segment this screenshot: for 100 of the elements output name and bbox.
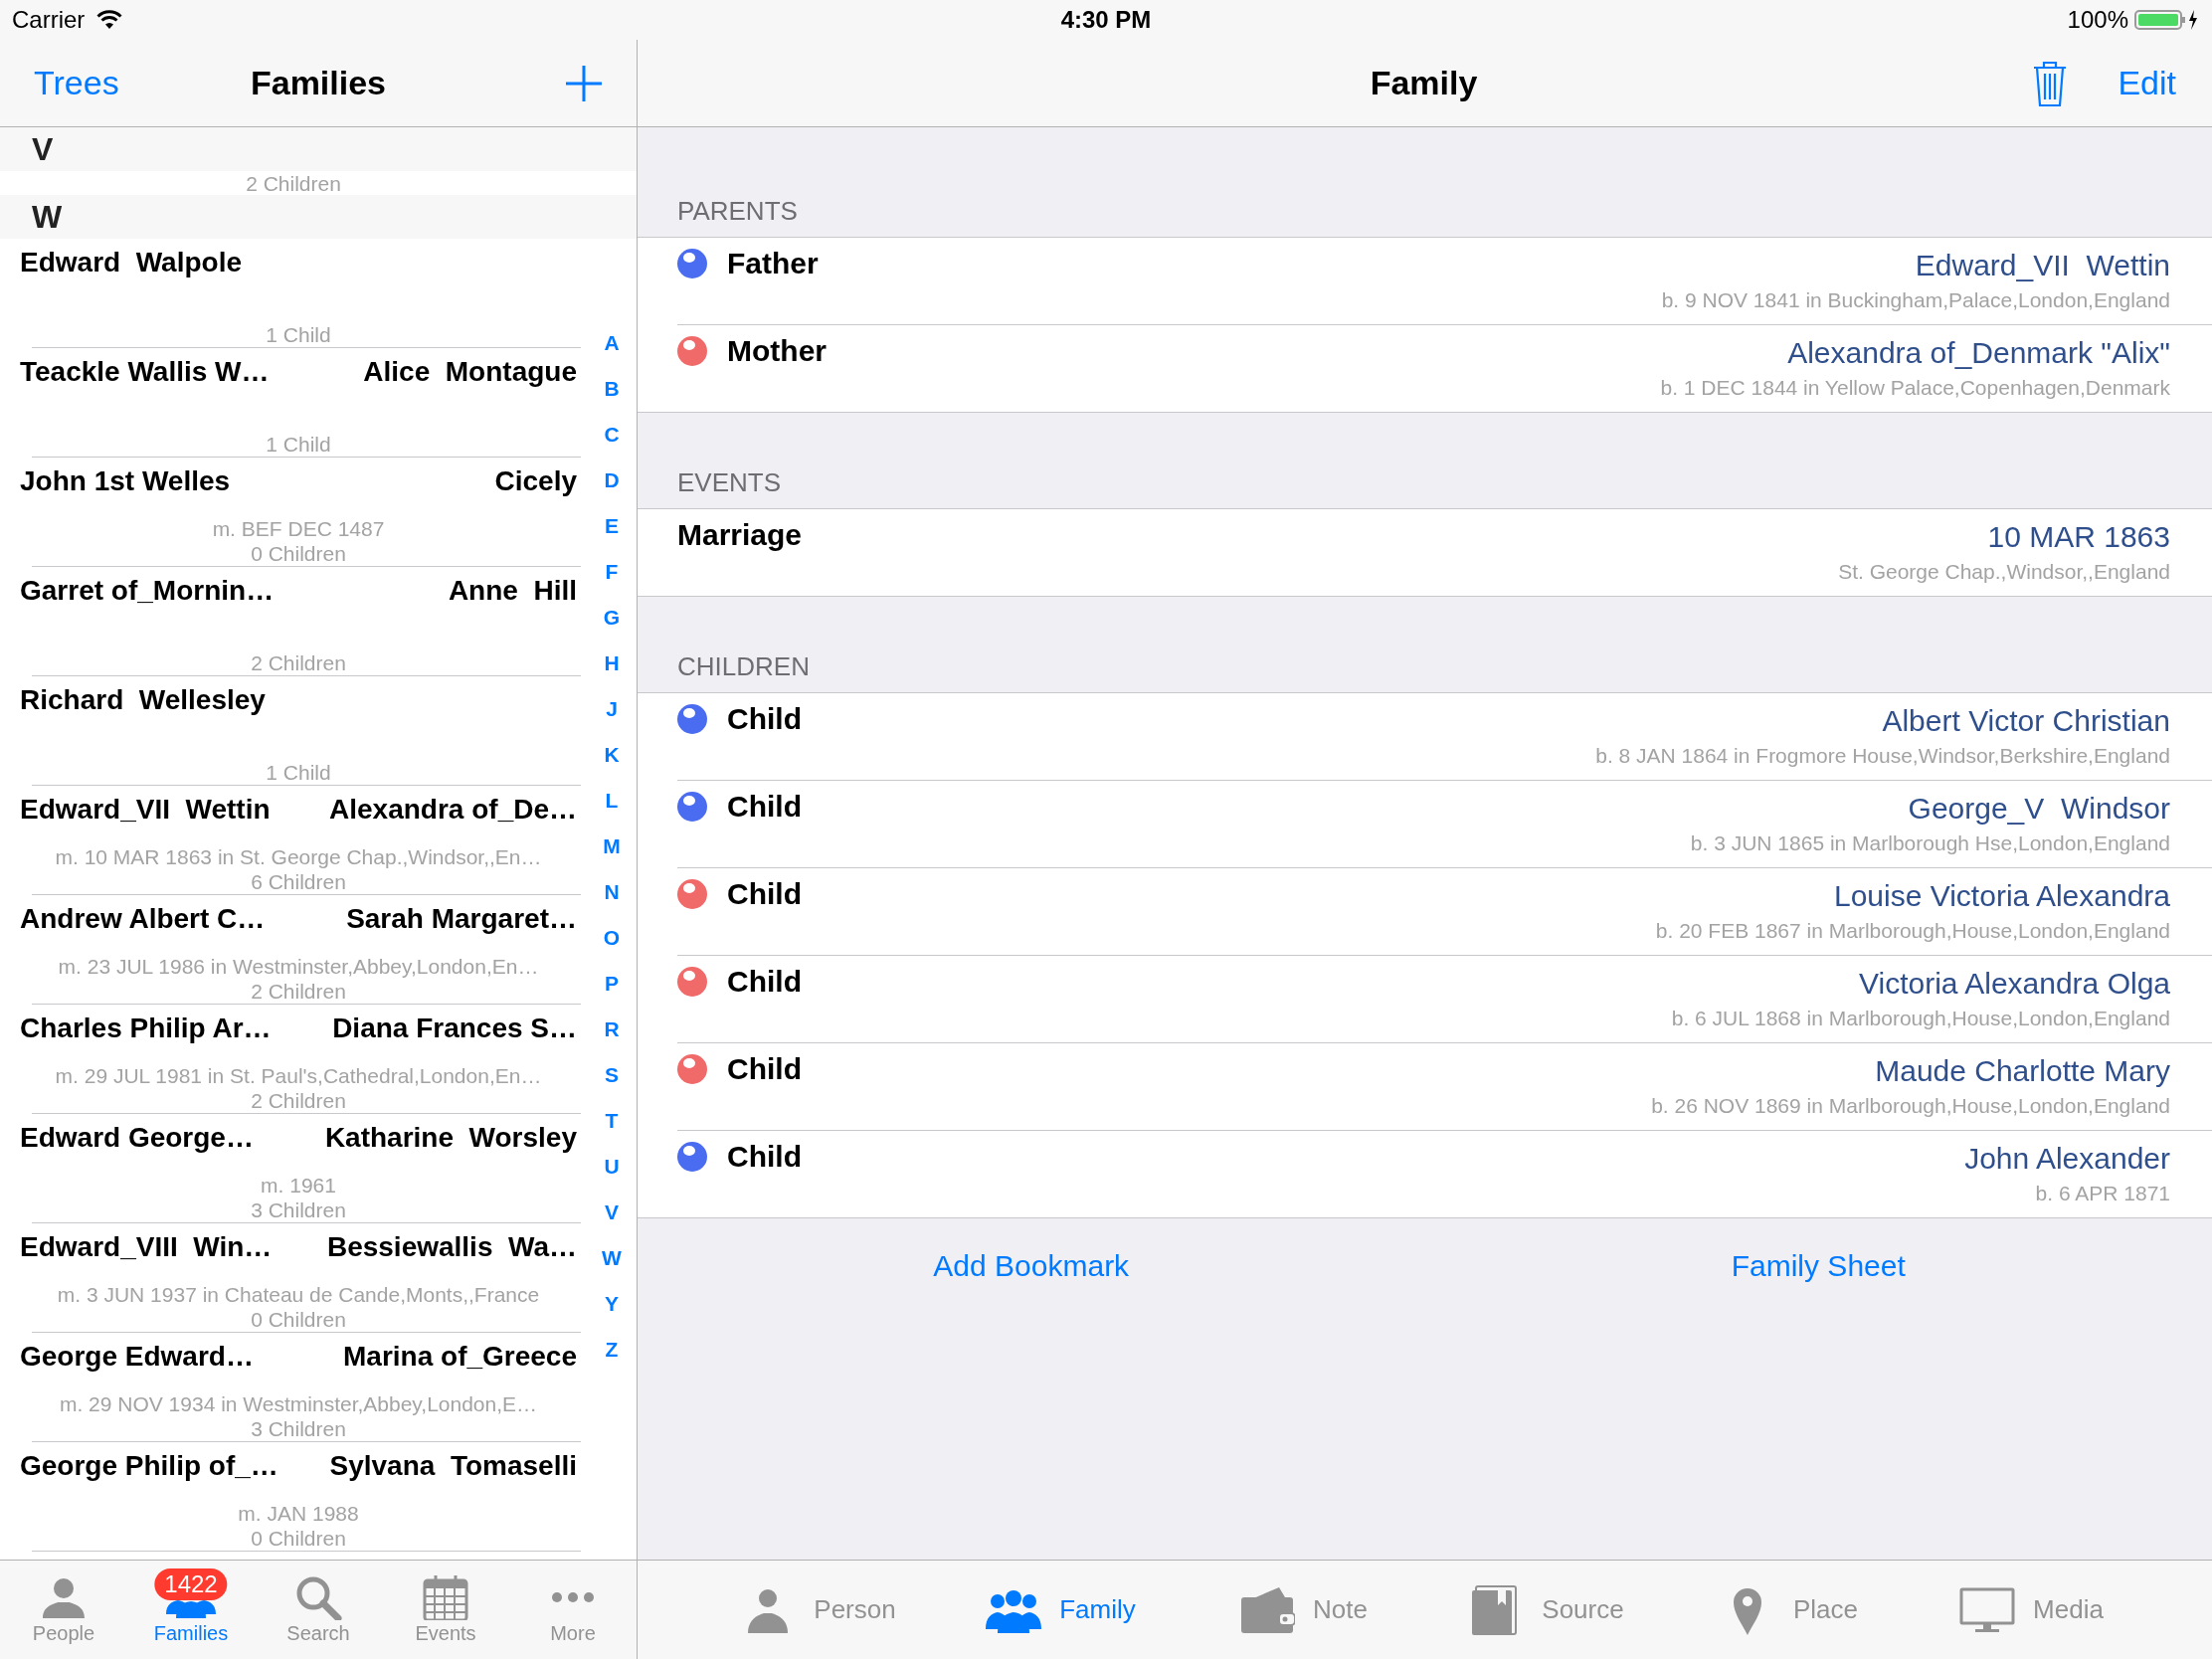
detail-text: b. 9 NOV 1841 in Buckingham,Palace,London,England (1661, 287, 2170, 313)
family-row[interactable]: John 1st Welles Cicely m. BEF DEC 1487 0 Children (0, 458, 587, 566)
children-count: 3 Children (251, 1416, 346, 1441)
index-letter[interactable]: K (604, 732, 620, 778)
index-letter[interactable]: F (605, 549, 619, 595)
index-letter[interactable]: R (604, 1007, 620, 1052)
family-row[interactable]: Andrew Albert C… Sarah Margaret… m. 23 JUL 1986 in Westminster,Abbey,London,En… 2 Children (0, 895, 587, 1004)
marriage-info: m. JAN 1988 (238, 1501, 359, 1526)
tab-button[interactable]: Note (1182, 1561, 1425, 1659)
detail-row[interactable]: Mother Alexandra of_Denmark "Alix" b. 1 DEC 1844 in Yellow Palace,Copenhagen,Denmark (638, 324, 2212, 412)
wife-name: Bessiewallis Wa… (326, 1231, 577, 1263)
tab-button[interactable]: Family (939, 1561, 1183, 1659)
nav-title: Family (1370, 64, 1478, 102)
index-letter[interactable]: O (603, 915, 621, 961)
detail-text: b. 6 APR 1871 (2035, 1181, 2170, 1206)
detail-row[interactable]: Father Edward_VII Wettin b. 9 NOV 1841 in Buckingham,Palace,London,England (638, 238, 2212, 324)
clock-time: 4:30 PM (1060, 6, 1152, 34)
detail-row[interactable]: Marriage 10 MAR 1863 St. George Chap.,Windsor,,England (638, 509, 2212, 596)
index-letter[interactable]: V (605, 1190, 619, 1235)
action-link[interactable]: Family Sheet (1731, 1249, 1906, 1283)
index-letter[interactable]: L (605, 778, 619, 824)
tab-button[interactable]: Media (1910, 1561, 2153, 1659)
children-count: 0 Children (251, 1307, 346, 1332)
family-row[interactable]: George Philip of_… Sylvana Tomaselli m. JAN 1988 0 Children (0, 1442, 587, 1551)
add-icon[interactable] (565, 64, 603, 102)
detail-row[interactable]: Child George_V Windsor b. 3 JUN 1865 in Marlborough Hse,London,England (638, 780, 2212, 867)
index-letter[interactable]: Z (605, 1327, 619, 1373)
trees-back-button[interactable]: Trees (34, 64, 119, 102)
person-name: Albert Victor Christian (1882, 703, 2170, 739)
husband-name: John 1st Welles (20, 465, 231, 497)
row-label: Child (727, 1140, 802, 1174)
index-letter[interactable]: D (604, 458, 620, 503)
family-row[interactable]: Edward_VIII Win… Bessiewallis Wa… m. 3 JUN 1937 in Chateau de Cande,Monts,,France 0 Children (0, 1223, 587, 1332)
children-count: 2 Children (246, 170, 341, 196)
index-letter[interactable]: T (605, 1098, 619, 1144)
index-letter[interactable]: B (604, 366, 620, 412)
marriage-info: m. 1961 (261, 1173, 336, 1198)
battery-percent: 100% (2067, 6, 2128, 34)
trash-icon[interactable] (2032, 59, 2069, 107)
tab-button[interactable]: Search (255, 1561, 382, 1659)
index-letter[interactable]: C (604, 412, 620, 458)
wallet-icon (1239, 1584, 1296, 1635)
detail-row[interactable]: Child John Alexander b. 6 APR 1871 (638, 1130, 2212, 1217)
index-letter[interactable]: Y (605, 1281, 619, 1327)
index-letter[interactable]: J (606, 686, 618, 732)
tab-button[interactable]: People (0, 1561, 127, 1659)
family-row[interactable]: Edward_VII Wettin Alexandra of_De… m. 10 MAR 1863 in St. George Chap.,Windsor,,En… 6 Children (0, 786, 587, 894)
index-letter[interactable]: U (604, 1144, 620, 1190)
marriage-info: m. BEF DEC 1487 (212, 516, 385, 541)
detail-row[interactable]: Child Louise Victoria Alexandra b. 20 FEB 1867 in Marlborough,House,London,England (638, 867, 2212, 955)
wife-name: Sylvana Tomaselli (329, 1450, 577, 1482)
index-letter[interactable]: S (605, 1052, 619, 1098)
family-row[interactable]: Edward George… Katharine Worsley m. 1961 3 Children (0, 1114, 587, 1222)
husband-name: Andrew Albert C… (20, 903, 266, 935)
husband-name: George Edward… (20, 1341, 254, 1373)
detail-row[interactable]: Child Albert Victor Christian b. 8 JAN 1864 in Frogmore House,Windsor,Berkshire,England (638, 693, 2212, 780)
index-letter[interactable]: E (605, 503, 619, 549)
row-label: Child (727, 877, 802, 911)
tab-button[interactable]: More (509, 1561, 637, 1659)
carrier-label: Carrier (12, 6, 86, 34)
index-letter[interactable]: A (604, 320, 620, 366)
person-name: Alexandra of_Denmark "Alix" (1787, 335, 2170, 371)
husband-name: Teackle Wallis W… (20, 356, 270, 388)
family-row[interactable]: Garret of_Mornin… Anne Hill 2 Children (0, 567, 587, 675)
more-icon (552, 1591, 594, 1603)
index-letter[interactable]: P (605, 961, 619, 1007)
person-name: George_V Windsor (1908, 791, 2170, 827)
index-letter[interactable]: N (604, 869, 620, 915)
action-link[interactable]: Add Bookmark (933, 1249, 1130, 1283)
edit-button[interactable]: Edit (2118, 64, 2176, 102)
tab-button[interactable]: 1422 Families (127, 1561, 255, 1659)
tab-button[interactable]: Source (1424, 1561, 1668, 1659)
children-count: 2 Children (251, 979, 346, 1004)
children-count: 1 Child (266, 432, 331, 457)
detail-text: b. 8 JAN 1864 in Frogmore House,Windsor,Berkshire,England (1595, 743, 2170, 769)
detail-row[interactable]: Child Maude Charlotte Mary b. 26 NOV 1869 in Marlborough,House,London,England (638, 1042, 2212, 1130)
detail-text: b. 1 DEC 1844 in Yellow Palace,Copenhagen,Denmark (1660, 375, 2170, 401)
tab-button[interactable]: Person (696, 1561, 940, 1659)
battery-icon (2134, 8, 2200, 32)
wife-name: Katharine Worsley (324, 1122, 577, 1154)
index-letter[interactable]: H (604, 641, 620, 686)
section-header: V (0, 127, 637, 171)
marriage-info: m. 29 JUL 1981 in St. Paul's,Cathedral,London,En… (55, 1063, 542, 1088)
family-row[interactable]: Charles Philip Ar… Diana Frances S… m. 29 JUL 1981 in St. Paul's,Cathedral,London,En… 2 Children (0, 1005, 587, 1113)
nav-title: Families (250, 64, 387, 102)
children-count: 3 Children (251, 1198, 346, 1222)
person-name: Victoria Alexandra Olga (1859, 966, 2170, 1002)
index-letter[interactable]: M (603, 824, 621, 869)
row-label: Child (727, 790, 802, 824)
children-count: 0 Children (251, 1526, 346, 1551)
tab-button[interactable]: Events (382, 1561, 509, 1659)
family-row[interactable]: George Edward… Marina of_Greece m. 29 NOV 1934 in Westminster,Abbey,London,E… 3 Children (0, 1333, 587, 1441)
marriage-info: m. 23 JUL 1986 in Westminster,Abbey,London,En… (58, 954, 539, 979)
wife-name: Anne Hill (448, 575, 577, 607)
section-header: W (0, 195, 637, 239)
index-letter[interactable]: G (603, 595, 621, 641)
family-row[interactable]: Edward Walpole 1 Child (0, 239, 587, 347)
detail-row[interactable]: Child Victoria Alexandra Olga b. 6 JUL 1868 in Marlborough,House,London,England (638, 955, 2212, 1042)
index-letter[interactable]: W (602, 1235, 622, 1281)
tab-button[interactable]: Place (1667, 1561, 1911, 1659)
